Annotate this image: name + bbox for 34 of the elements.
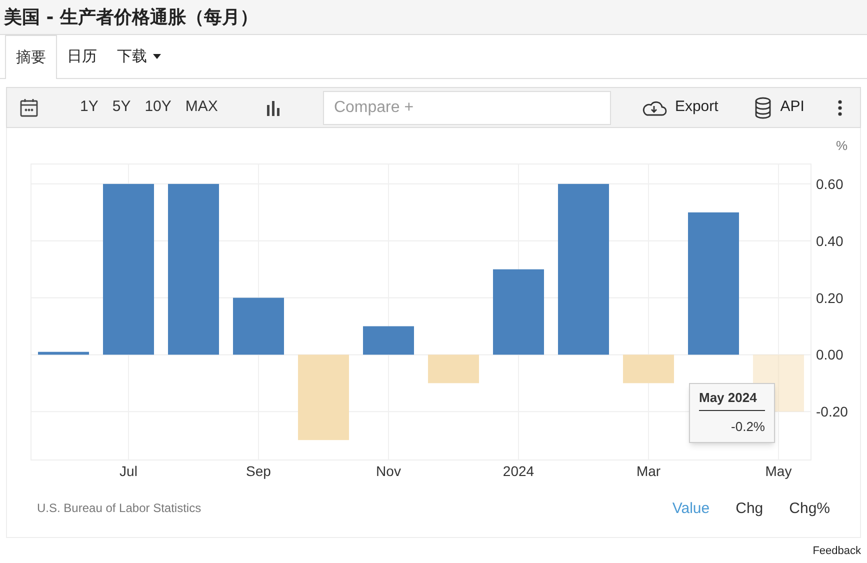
- x-axis-label: Nov: [376, 463, 401, 479]
- y-axis-label: 0.60: [816, 176, 844, 192]
- feedback-link[interactable]: Feedback: [812, 543, 861, 560]
- range-button[interactable]: MAX: [180, 96, 223, 119]
- more-icon[interactable]: [838, 100, 842, 116]
- range-button[interactable]: 1Y: [75, 96, 104, 119]
- y-axis-label: 0.20: [816, 290, 844, 306]
- api-button[interactable]: API: [754, 96, 804, 119]
- tooltip-value: -0.2%: [731, 418, 765, 436]
- x-axis-label: 2024: [502, 463, 534, 479]
- calendar-icon[interactable]: [19, 98, 39, 118]
- compare-field[interactable]: Compare +: [322, 90, 611, 124]
- mode-tab[interactable]: Chg: [736, 498, 764, 520]
- page-title: 美国 - 生产者价格通胀（每月）: [4, 6, 258, 30]
- y-axis-label: 0.00: [816, 346, 844, 363]
- export-button[interactable]: Export: [640, 96, 718, 119]
- database-icon: [754, 96, 772, 118]
- y-axis-label: -0.20: [816, 404, 848, 420]
- x-axis-label: Sep: [246, 463, 271, 479]
- source-text: U.S. Bureau of Labor Statistics: [37, 500, 202, 517]
- x-axis-label: May: [765, 463, 792, 479]
- x-axis-label: Jul: [120, 463, 138, 479]
- tooltip-title: May 2024: [699, 388, 765, 410]
- tab[interactable]: 日历: [57, 34, 107, 78]
- mode-tab[interactable]: Chg%: [789, 498, 830, 520]
- tab[interactable]: 摘要: [5, 35, 57, 79]
- x-axis-label: Mar: [636, 463, 661, 479]
- y-axis-label: 0.40: [816, 232, 844, 249]
- bar-chart-icon[interactable]: [264, 100, 281, 116]
- unit-label: %: [836, 138, 848, 153]
- range-button[interactable]: 5Y: [107, 96, 136, 119]
- cloud-download-icon: [640, 98, 667, 116]
- range-button[interactable]: 10Y: [140, 96, 176, 119]
- tab[interactable]: 下载: [107, 34, 171, 78]
